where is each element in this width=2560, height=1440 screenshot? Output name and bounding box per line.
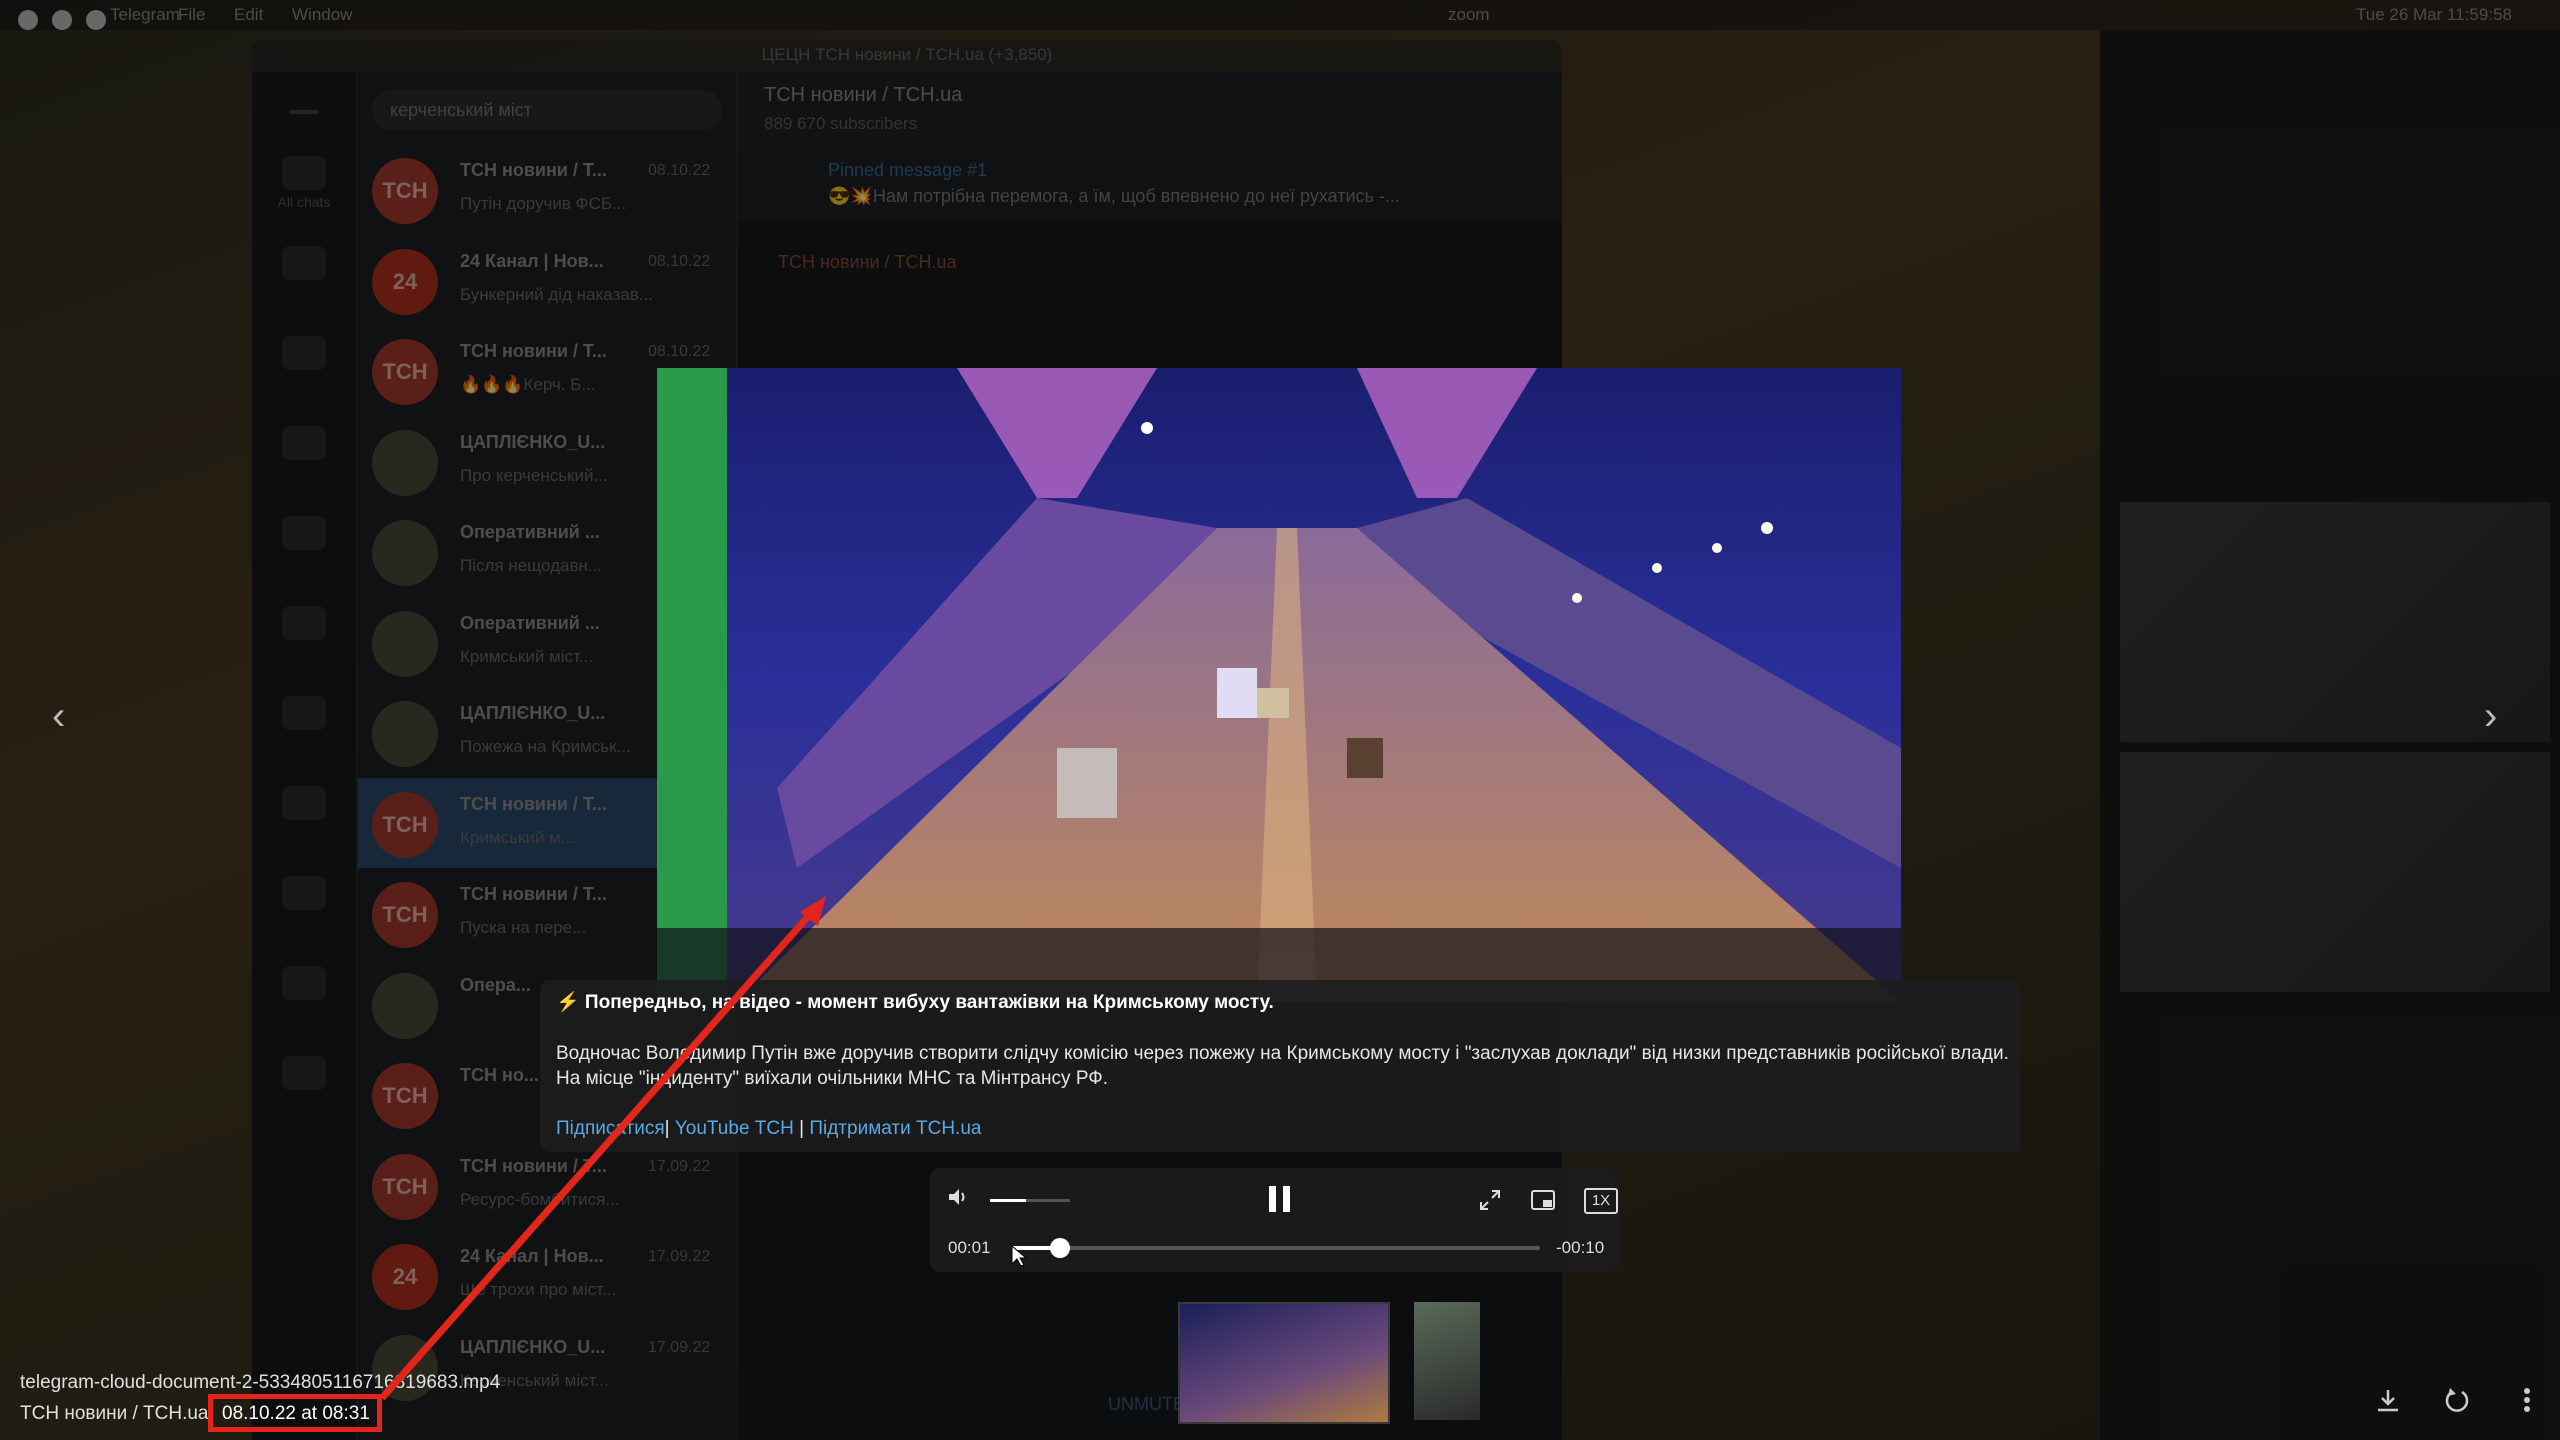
annotation-arrow	[379, 896, 826, 1401]
forward-icon[interactable]	[2442, 1386, 2472, 1421]
more-options-icon[interactable]	[2522, 1386, 2532, 1421]
download-icon[interactable]	[2374, 1386, 2402, 1421]
